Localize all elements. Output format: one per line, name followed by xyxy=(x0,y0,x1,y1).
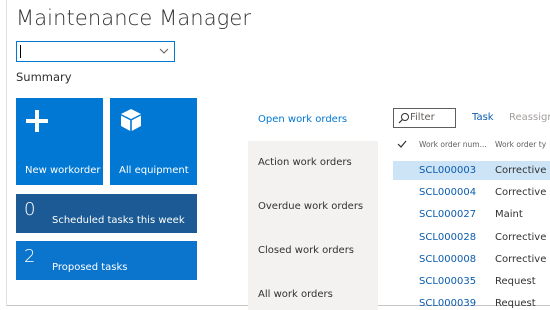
column-header-work-order-type[interactable]: Work order ty xyxy=(495,140,546,149)
cube-icon xyxy=(121,109,141,131)
work-order-number-cell[interactable]: SCL000039 xyxy=(419,298,476,309)
grid-header: Work order num... Work order ty xyxy=(393,140,550,154)
work-order-type-cell: Maint xyxy=(495,209,523,220)
work-order-type-cell: Corrective xyxy=(495,232,547,243)
work-order-type-cell: Corrective xyxy=(495,254,547,265)
plus-icon xyxy=(26,110,48,132)
column-header-work-order-number[interactable]: Work order num... xyxy=(419,140,487,149)
table-row[interactable]: SCL000003 Corrective xyxy=(393,161,550,180)
select-all-check-icon[interactable] xyxy=(397,140,407,149)
nav-item-all-work-orders[interactable]: All work orders xyxy=(248,273,378,310)
scheduled-tasks-label: Scheduled tasks this week xyxy=(52,215,185,226)
new-workorder-tile[interactable]: New workorder xyxy=(16,98,103,185)
all-equipment-label: All equipment xyxy=(119,165,189,176)
table-row[interactable]: SCL000039 Request xyxy=(393,294,550,310)
proposed-tasks-label: Proposed tasks xyxy=(52,262,128,273)
work-order-number-cell[interactable]: SCL000035 xyxy=(419,276,476,287)
work-order-type-cell: Request xyxy=(495,276,536,287)
work-order-number-cell[interactable]: SCL000003 xyxy=(419,165,476,176)
filter-placeholder: Filter xyxy=(410,112,435,123)
search-icon xyxy=(398,113,409,124)
nav-item-closed-work-orders[interactable]: Closed work orders xyxy=(248,229,378,272)
filter-input[interactable]: Filter xyxy=(393,108,456,128)
work-order-number-cell[interactable]: SCL000027 xyxy=(419,209,476,220)
work-order-type-cell: Corrective xyxy=(495,165,547,176)
scheduled-tasks-tile[interactable]: 0 Scheduled tasks this week xyxy=(16,194,197,233)
table-row[interactable]: SCL000008 Corrective xyxy=(393,250,550,269)
proposed-tasks-count: 2 xyxy=(24,246,36,267)
nav-item-action-work-orders[interactable]: Action work orders xyxy=(248,141,378,184)
work-order-number-cell[interactable]: SCL000004 xyxy=(419,187,476,198)
nav-item-open-work-orders[interactable]: Open work orders xyxy=(248,98,378,141)
work-order-type-cell: Request xyxy=(495,298,536,309)
scheduled-tasks-count: 0 xyxy=(24,199,36,220)
table-row[interactable]: SCL000004 Corrective xyxy=(393,183,550,202)
table-row[interactable]: SCL000028 Corrective xyxy=(393,228,550,247)
work-order-number-cell[interactable]: SCL000008 xyxy=(419,254,476,265)
summary-heading: Summary xyxy=(16,70,72,84)
reassign-button[interactable]: Reassign xyxy=(509,112,550,123)
work-order-type-cell: Corrective xyxy=(495,187,547,198)
all-equipment-tile[interactable]: All equipment xyxy=(110,98,197,185)
work-order-nav: Open work orders Action work orders Over… xyxy=(248,98,378,310)
table-row[interactable]: SCL000027 Maint xyxy=(393,205,550,224)
page-title: Maintenance Manager xyxy=(16,6,252,30)
new-workorder-label: New workorder xyxy=(25,165,101,176)
task-button[interactable]: Task xyxy=(472,112,494,123)
proposed-tasks-tile[interactable]: 2 Proposed tasks xyxy=(16,241,197,280)
nav-item-overdue-work-orders[interactable]: Overdue work orders xyxy=(248,185,378,228)
table-row[interactable]: SCL000035 Request xyxy=(393,272,550,291)
selector-dropdown[interactable] xyxy=(16,41,175,62)
text-caret xyxy=(20,45,21,58)
chevron-down-icon[interactable] xyxy=(159,44,169,58)
work-order-number-cell[interactable]: SCL000028 xyxy=(419,232,476,243)
